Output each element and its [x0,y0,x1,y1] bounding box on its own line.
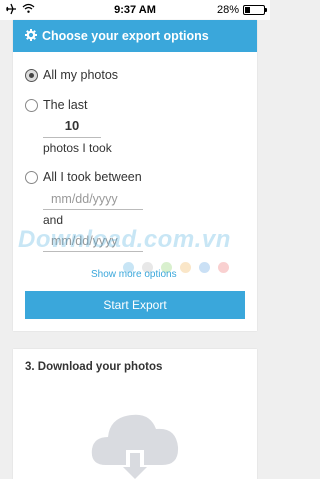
option-last-n[interactable]: The last [25,98,87,112]
option-last-n-label: The last [43,98,88,112]
battery-percent: 28% [216,4,239,16]
download-card: 3. Download your photos [13,349,257,479]
option-date-range[interactable]: All I took between [25,170,142,184]
status-left [5,3,75,18]
date-to-input[interactable]: mm/dd/yyyy [43,230,143,252]
and-label: and [43,213,64,227]
export-options-header: Choose your export options [13,20,257,52]
radio-date-range[interactable] [25,170,38,184]
airplane-icon [5,3,17,18]
option-all-photos[interactable]: All my photos [25,68,118,82]
cloud-download-icon [88,395,183,479]
option-date-range-label: All I took between [43,170,142,184]
radio-all-photos[interactable] [25,68,38,82]
download-title: 3. Download your photos [25,361,163,373]
gear-icon [25,28,37,44]
export-options-title: Choose your export options [42,29,209,43]
export-options-card: Choose your export options All my photos… [13,20,257,331]
status-time: 9:37 AM [114,4,156,16]
start-export-button[interactable]: Start Export [25,291,245,319]
last-count-input[interactable]: 10 [43,118,101,138]
status-right: 28% [195,4,267,16]
wifi-icon [22,3,35,17]
last-count-suffix: photos I took [43,141,112,155]
status-bar: 9:37 AM 28% [0,0,270,20]
option-all-photos-label: All my photos [43,68,119,82]
battery-icon [243,5,267,15]
date-from-input[interactable]: mm/dd/yyyy [43,188,143,210]
show-more-options-link[interactable]: Show more options [91,269,177,280]
radio-last-n[interactable] [25,98,38,112]
